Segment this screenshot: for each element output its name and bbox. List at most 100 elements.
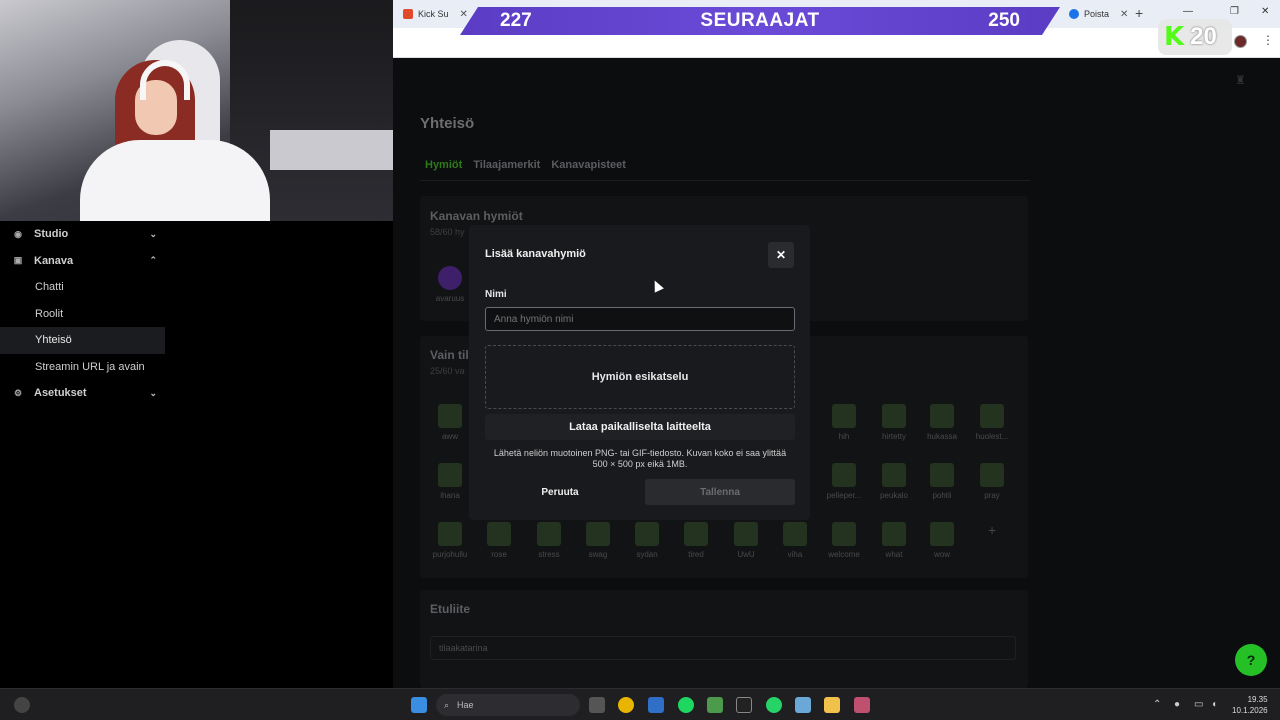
emote-item[interactable]: swag <box>573 522 623 559</box>
prefix-input[interactable]: tilaakatarina <box>430 636 1016 660</box>
emote-count: 25/60 va <box>430 366 465 376</box>
sidebar-item-label: Streamin URL ja avain <box>35 360 145 373</box>
chrome-icon[interactable] <box>618 697 634 713</box>
support-chat-button[interactable]: ? <box>1235 644 1267 676</box>
emote-item[interactable]: hih <box>819 404 869 441</box>
sidebar-item-stream-url[interactable]: Streamin URL ja avain <box>0 354 165 381</box>
emote-name: sydan <box>636 550 658 559</box>
minimize-button[interactable]: — <box>1183 6 1193 17</box>
emote-name: hirtetty <box>881 432 906 441</box>
emote-item[interactable]: hirtetty <box>869 404 919 441</box>
upload-local-button[interactable]: Lataa paikalliselta laitteelta <box>485 414 795 440</box>
upload-hint: Lähetä neliön muotoinen PNG- tai GIF-tie… <box>493 448 787 469</box>
tab-label: Kick Su <box>418 9 449 19</box>
kick-viewer-count: 20 <box>1190 23 1217 50</box>
followers-label: SEURAAJAT <box>700 10 820 31</box>
emote-item[interactable]: welcome <box>819 522 869 559</box>
emote-item[interactable]: purjohullu <box>425 522 475 559</box>
emote-item[interactable]: ihana <box>425 463 475 500</box>
network-icon[interactable]: ▭ <box>1194 699 1203 710</box>
close-tab-icon[interactable]: ✕ <box>1120 9 1128 20</box>
file-explorer-icon[interactable] <box>824 697 840 713</box>
sidebar-item-kanava[interactable]: ▣ Kanava ⌃ <box>0 248 165 275</box>
emote-item[interactable]: peukalo <box>869 463 919 500</box>
emote-name: aww <box>441 432 458 441</box>
emote-item[interactable]: avaruus <box>425 266 475 303</box>
close-window-button[interactable]: ✕ <box>1261 6 1269 17</box>
sidebar-item-chatti[interactable]: Chatti <box>0 274 165 301</box>
restore-button[interactable]: ❐ <box>1230 6 1239 17</box>
clock-time: 19.35 <box>1247 695 1268 704</box>
whatsapp-icon[interactable] <box>766 697 782 713</box>
emote-name: ihana <box>440 491 460 500</box>
volume-icon[interactable]: ◖ <box>1211 699 1217 710</box>
emote-item[interactable]: what <box>869 522 919 559</box>
snipping-tool-icon[interactable] <box>854 697 870 713</box>
tab-kanavapisteet[interactable]: Kanavapisteet <box>551 159 626 171</box>
emote-name: swag <box>588 550 608 559</box>
card-title: Kanavan hymiöt <box>430 209 523 223</box>
followers-goal: 250 <box>988 10 1020 31</box>
spotify-icon[interactable] <box>678 697 694 713</box>
sidebar-item-asetukset[interactable]: ⚙ Asetukset ⌄ <box>0 380 165 407</box>
emote-image <box>438 522 462 546</box>
emote-item[interactable]: viha <box>770 522 820 559</box>
tab-label: Poista <box>1084 9 1110 19</box>
tab-tilaajamerkit[interactable]: Tilaajamerkit <box>473 159 540 171</box>
sidebar-item-roolit[interactable]: Roolit <box>0 301 165 328</box>
new-tab-button[interactable]: + <box>1135 5 1143 21</box>
tab-hymiot[interactable]: Hymiöt <box>425 159 462 171</box>
close-modal-button[interactable]: ✕ <box>768 242 794 268</box>
emote-item[interactable]: wow <box>917 522 967 559</box>
profile-avatar[interactable] <box>1234 35 1247 48</box>
emote-item[interactable]: rose <box>474 522 524 559</box>
emote-image <box>980 404 1004 428</box>
emote-item[interactable]: aww <box>425 404 475 441</box>
close-tab-icon[interactable]: ✕ <box>460 9 468 20</box>
epic-games-icon[interactable] <box>736 697 752 713</box>
studio-icon: ◉ <box>14 228 22 239</box>
emote-item[interactable]: tired <box>671 522 721 559</box>
emote-image <box>586 522 610 546</box>
emote-image <box>487 522 511 546</box>
kick-logo-icon: K <box>1164 22 1185 52</box>
emote-item[interactable]: stress <box>524 522 574 559</box>
cancel-button[interactable]: Peruuta <box>485 479 635 505</box>
microphone-icon[interactable]: ● <box>1174 699 1180 710</box>
emote-item[interactable]: pelleper... <box>819 463 869 500</box>
sidebar-item-label: Roolit <box>35 307 64 320</box>
taskbar-search[interactable]: ⌕ Hae <box>436 694 580 716</box>
followers-current: 227 <box>500 10 532 31</box>
add-emote-button[interactable]: + <box>988 522 996 538</box>
emote-item[interactable]: huolest... <box>967 404 1017 441</box>
app-icon[interactable] <box>707 697 723 713</box>
browser-menu-icon[interactable]: ⋮ <box>1262 33 1274 47</box>
sidebar-item-yhteiso[interactable]: Yhteisö <box>0 327 165 354</box>
store-icon[interactable] <box>648 697 664 713</box>
browser-tab-poista[interactable]: Poista ✕ <box>1063 4 1134 24</box>
emote-item[interactable]: pray <box>967 463 1017 500</box>
chevron-up-icon[interactable]: ⌃ <box>1153 699 1161 710</box>
start-icon[interactable] <box>411 697 427 713</box>
chevron-down-icon: ⌄ <box>149 387 157 398</box>
emote-item[interactable]: hukassa <box>917 404 967 441</box>
prefix-card: Etuliite tilaakatarina <box>420 590 1028 688</box>
taskbar: ⌕ Hae ⌃ ● ▭ ◖ 19.35 10.1.2026 <box>0 688 1280 720</box>
emote-name: welcome <box>828 550 860 559</box>
emote-name-input[interactable] <box>485 307 795 331</box>
emote-name: rose <box>491 550 507 559</box>
user-icon[interactable]: ♜ <box>1235 73 1246 87</box>
save-button[interactable]: Tallenna <box>645 479 795 505</box>
widgets-icon[interactable] <box>14 697 30 713</box>
emote-item[interactable]: UwU <box>721 522 771 559</box>
sidebar-item-studio[interactable]: ◉ Studio ⌄ <box>0 221 165 248</box>
task-view-icon[interactable] <box>589 697 605 713</box>
emote-image <box>980 463 1004 487</box>
app-icon[interactable] <box>795 697 811 713</box>
system-clock[interactable]: 19.35 10.1.2026 <box>1232 694 1268 716</box>
emote-item[interactable]: sydan <box>622 522 672 559</box>
channel-icon: ▣ <box>13 255 23 266</box>
browser-tab-kick[interactable]: Kick Su ✕ <box>397 4 474 24</box>
emote-image <box>930 463 954 487</box>
emote-item[interactable]: pohtii <box>917 463 967 500</box>
